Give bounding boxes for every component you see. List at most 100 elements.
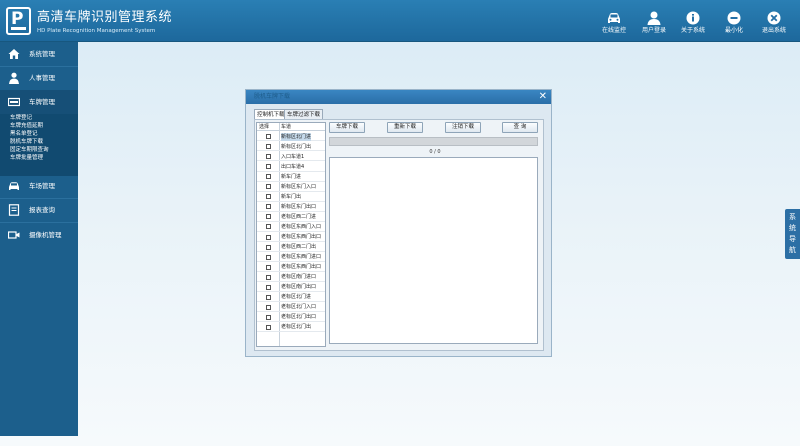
table-row[interactable]: 新车门进 [257, 172, 325, 182]
system-nav-char: 航 [789, 246, 796, 254]
user-login-button[interactable]: 用户登录 [634, 11, 674, 35]
table-row[interactable]: 新车门出 [257, 192, 325, 202]
online-monitor-button[interactable]: 在线监控 [594, 11, 634, 35]
progress-text: 0 / 0 [429, 149, 441, 155]
system-nav-tab[interactable]: 系 统 导 航 [785, 209, 800, 259]
query-button[interactable]: 查 询 [502, 122, 538, 133]
sidebar-item-cameras[interactable]: 摄像机管理 [0, 223, 78, 247]
online-monitor-label: 在线监控 [601, 27, 626, 34]
row-checkbox[interactable] [266, 284, 271, 290]
about-system-label: 关于系统 [680, 27, 705, 34]
lane-name: 老标区北门出 [281, 324, 312, 331]
lane-name: 老标区北门出口 [281, 314, 317, 321]
lane-name: 老标区东西门进口 [281, 254, 322, 261]
row-checkbox[interactable] [266, 224, 271, 230]
row-checkbox[interactable] [266, 274, 271, 280]
row-checkbox[interactable] [266, 174, 271, 180]
table-row[interactable]: 老标区北门入口 [257, 303, 325, 313]
row-checkbox[interactable] [266, 164, 271, 170]
row-checkbox[interactable] [266, 204, 271, 210]
table-row[interactable]: 新标区北门出 [257, 142, 325, 152]
table-row[interactable]: 新标区东门出口 [257, 202, 325, 212]
row-checkbox[interactable] [266, 134, 271, 139]
report-icon [8, 204, 20, 216]
table-row[interactable]: 老标区东西门出口 [257, 263, 325, 273]
delete-download-button[interactable]: 注销下载 [445, 122, 481, 133]
row-checkbox[interactable] [266, 304, 271, 310]
table-row[interactable]: 老标区东西门出口 [257, 233, 325, 242]
download-log-area [329, 157, 538, 344]
submenu-item[interactable]: 车牌充值延期 [0, 122, 78, 130]
sidebar-item-label: 报表查询 [29, 206, 55, 214]
lane-name: 新标区东门出口 [281, 203, 317, 210]
about-system-button[interactable]: 关于系统 [673, 11, 713, 35]
row-checkbox[interactable] [266, 194, 271, 200]
sidebar: 系统管理 人事管理 车牌管理 车牌登记 车牌充值延期 黑名单登记 脱机车牌下载 … [0, 42, 78, 436]
table-row[interactable]: 老标区西二门出 [257, 243, 325, 252]
table-row[interactable]: 老标区南门出口 [257, 283, 325, 293]
table-row[interactable]: 老标区北门进 [257, 293, 325, 303]
row-checkbox[interactable] [266, 294, 271, 300]
camera-icon [8, 231, 20, 239]
redownload-button[interactable]: 重新下载 [387, 122, 423, 133]
table-row[interactable]: 新标区东门入口 [257, 182, 325, 192]
plate-submenu: 车牌登记 车牌充值延期 黑名单登记 脱机车牌下载 固定车期限查询 车牌批量管理 [0, 114, 78, 176]
home-icon [8, 49, 20, 59]
sidebar-item-reports[interactable]: 报表查询 [0, 198, 78, 222]
row-checkbox[interactable] [266, 244, 271, 250]
lane-name: 老标区北门进 [281, 294, 312, 301]
app-subtitle: HD Plate Recognition Management System [37, 28, 156, 34]
app-header: P 高清车牌识别管理系统 HD Plate Recognition Manage… [0, 0, 800, 42]
row-checkbox[interactable] [266, 324, 271, 330]
table-row[interactable]: 入口车道1 [257, 152, 325, 162]
submenu-item[interactable]: 车牌批量管理 [0, 154, 78, 162]
download-progress-bar [329, 137, 538, 146]
info-icon [686, 11, 700, 25]
row-checkbox[interactable] [266, 234, 271, 240]
minimize-button[interactable]: 最小化 [714, 11, 754, 35]
row-checkbox[interactable] [266, 144, 271, 150]
sidebar-item-label: 系统管理 [29, 50, 55, 58]
table-row[interactable]: 老标区西二门进 [257, 212, 325, 222]
table-row[interactable]: 新标区北门进 [257, 132, 325, 142]
app-logo: P [6, 7, 31, 35]
lane-name: 新标区东门入口 [281, 183, 317, 190]
submenu-item[interactable]: 固定车期限查询 [0, 146, 78, 154]
table-row[interactable]: 老标区东西门入口 [257, 222, 325, 232]
car-icon [608, 13, 620, 23]
submenu-item[interactable]: 脱机车牌下载 [0, 138, 78, 146]
submenu-item[interactable]: 黑名单登记 [0, 130, 78, 138]
table-row[interactable]: 老标区北门出口 [257, 313, 325, 323]
row-checkbox[interactable] [266, 254, 271, 260]
sidebar-item-personnel[interactable]: 人事管理 [0, 66, 78, 90]
table-row[interactable]: 出口车道4 [257, 162, 325, 172]
logo-letter: P [11, 9, 24, 29]
lane-name: 老标区南门出口 [281, 284, 317, 291]
exit-system-button[interactable]: 退出系统 [754, 11, 794, 35]
row-checkbox[interactable] [266, 264, 271, 270]
lane-table: 选择 车道 新标区北门进 新标区北门出 入口车道1 出口车道4 新车门进 新标区东门入口新… [256, 122, 326, 347]
table-row[interactable]: 老标区南门进口 [257, 273, 325, 283]
system-nav-char: 系 [789, 213, 796, 221]
row-checkbox[interactable] [266, 214, 271, 220]
lane-name: 入口车道1 [281, 153, 305, 160]
download-plates-button[interactable]: 车牌下载 [329, 122, 365, 133]
row-checkbox[interactable] [266, 184, 271, 190]
dialog-titlebar: 脱机车牌下载 ✕ [246, 90, 551, 104]
minimize-icon [727, 11, 741, 25]
lane-name: 新车门出 [281, 193, 302, 200]
sidebar-item-plate[interactable]: 车牌管理 [0, 90, 78, 114]
row-checkbox[interactable] [266, 154, 271, 160]
row-checkbox[interactable] [266, 314, 271, 320]
system-nav-char: 导 [789, 235, 796, 243]
close-icon[interactable]: ✕ [539, 90, 547, 104]
submenu-item[interactable]: 车牌登记 [0, 114, 78, 122]
table-row[interactable]: 老标区北门出 [257, 323, 325, 333]
sidebar-item-parking[interactable]: 车场管理 [0, 174, 78, 198]
lane-name: 老标区东西门出口 [281, 234, 322, 240]
plate-icon [8, 97, 20, 107]
sidebar-item-system[interactable]: 系统管理 [0, 42, 78, 66]
table-row[interactable]: 老标区东西门进口 [257, 253, 325, 262]
user-login-label: 用户登录 [641, 27, 666, 34]
system-nav-char: 统 [789, 224, 796, 232]
